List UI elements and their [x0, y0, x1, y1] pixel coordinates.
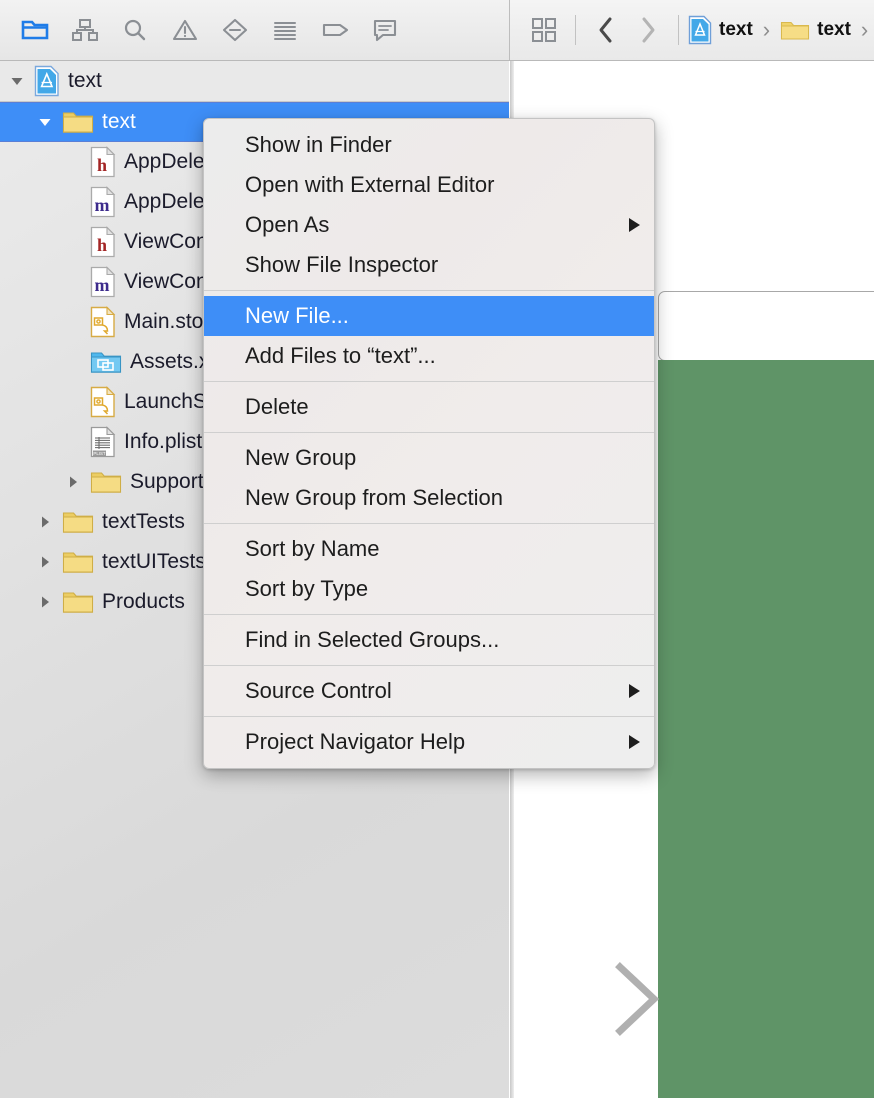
folder-icon [62, 109, 94, 135]
context-menu-separator [204, 381, 654, 382]
chevron-left-icon[interactable] [585, 8, 627, 52]
context-menu-item-label: Project Navigator Help [245, 729, 466, 754]
submenu-arrow-icon [629, 735, 640, 749]
storyboard-icon [90, 386, 116, 418]
project-navigator-icon[interactable] [10, 8, 60, 52]
assets-catalog-icon [90, 349, 122, 375]
context-menu-item-label: Sort by Name [245, 536, 380, 561]
svg-text:h: h [97, 155, 107, 175]
breadcrumb-item-project[interactable]: text [719, 19, 753, 41]
context-menu-item-label: New Group [245, 445, 357, 470]
disclosure-triangle-closed[interactable] [34, 554, 56, 570]
breadcrumb: text › text › [688, 15, 871, 45]
chevron-right-icon[interactable] [627, 8, 669, 52]
context-menu-item-source-control[interactable]: Source Control [204, 671, 654, 711]
navigator-row-label: text [102, 110, 136, 133]
folder-icon [62, 509, 94, 535]
context-menu-item-label: Find in Selected Groups... [245, 627, 500, 652]
navigator-row-text[interactable]: text [0, 61, 509, 102]
breadcrumb-separator-icon-2: › [860, 17, 869, 42]
green-view-panel[interactable] [658, 360, 874, 1098]
source-file-icon: m [90, 186, 116, 218]
xcode-window: text › text › text text h AppDelegate.h m App… [0, 0, 874, 1098]
context-menu-item-label: Delete [245, 394, 309, 419]
jump-bar-divider-2 [678, 15, 679, 45]
context-menu-separator [204, 523, 654, 524]
disclosure-triangle-open[interactable] [34, 114, 56, 130]
issue-navigator-icon[interactable] [160, 8, 210, 52]
context-menu-item-label: Show File Inspector [245, 252, 439, 277]
context-menu-item-project-navigator-help[interactable]: Project Navigator Help [204, 722, 654, 762]
context-menu-separator [204, 716, 654, 717]
svg-text:PLIST: PLIST [93, 451, 106, 456]
breadcrumb-item-group[interactable]: text [817, 19, 851, 41]
svg-text:h: h [97, 235, 107, 255]
folder-icon [90, 469, 122, 495]
debug-navigator-icon[interactable] [260, 8, 310, 52]
context-menu-item-add-files-to-text[interactable]: Add Files to “text”... [204, 336, 654, 376]
source-file-icon: m [90, 266, 116, 298]
context-menu-item-label: Source Control [245, 678, 392, 703]
disclosure-triangle-open[interactable] [6, 73, 28, 89]
context-menu-item-new-group[interactable]: New Group [204, 438, 654, 478]
xcode-project-icon [34, 65, 60, 97]
context-menu-item-label: Add Files to “text”... [245, 343, 436, 368]
jump-bar-divider-1 [575, 15, 576, 45]
context-menu-item-show-in-finder[interactable]: Show in Finder [204, 125, 654, 165]
folder-icon [780, 18, 810, 42]
plist-file-icon: PLIST [90, 426, 116, 458]
disclosure-triangle-closed[interactable] [34, 594, 56, 610]
find-navigator-icon[interactable] [110, 8, 160, 52]
navigator-selector-bar [0, 0, 509, 60]
source-control-navigator-icon[interactable] [60, 8, 110, 52]
context-menu-body: Show in Finder Open with External Editor O… [204, 125, 654, 762]
navigator-toolbar: text › text › [0, 0, 874, 61]
context-menu-item-label: New Group from Selection [245, 485, 503, 510]
disclosure-triangle-closed[interactable] [34, 514, 56, 530]
folder-icon [62, 549, 94, 575]
storyboard-icon [90, 306, 116, 338]
xcode-project-icon [688, 15, 712, 45]
jump-bar: text › text › [510, 0, 874, 60]
context-menu-separator [204, 432, 654, 433]
navigator-row-label: textUITests [102, 550, 206, 573]
right-arrow-annotation [512, 962, 660, 1036]
context-menu-item-find-in-selected-groups[interactable]: Find in Selected Groups... [204, 620, 654, 660]
context-menu-item-new-file[interactable]: New File... [204, 296, 654, 336]
disclosure-triangle-closed[interactable] [62, 474, 84, 490]
context-menu-item-open-with-external-editor[interactable]: Open with External Editor [204, 165, 654, 205]
navigator-row-label: textTests [102, 510, 185, 533]
context-menu-item-label: Sort by Type [245, 576, 369, 601]
breadcrumb-separator-icon: › [762, 17, 771, 42]
report-navigator-icon[interactable] [360, 8, 410, 52]
project-navigator-context-menu[interactable]: Show in Finder Open with External Editor O… [203, 118, 655, 769]
navigator-row-label: Products [102, 590, 185, 613]
context-menu-item-label: Open with External Editor [245, 172, 495, 197]
context-menu-item-sort-by-type[interactable]: Sort by Type [204, 569, 654, 609]
context-menu-separator [204, 665, 654, 666]
navigator-row-label: text [68, 69, 102, 92]
context-menu-separator [204, 290, 654, 291]
related-items-icon[interactable] [522, 8, 566, 52]
context-menu-item-label: Show in Finder [245, 132, 392, 157]
submenu-arrow-icon [629, 218, 640, 232]
header-file-icon: h [90, 226, 116, 258]
header-file-icon: h [90, 146, 116, 178]
context-menu-item-label: Open As [245, 212, 330, 237]
svg-text:m: m [95, 275, 110, 295]
context-menu-item-label: New File... [245, 303, 349, 328]
context-menu-item-new-group-from-selection[interactable]: New Group from Selection [204, 478, 654, 518]
interface-builder-canvas-card[interactable] [658, 291, 874, 361]
context-menu-item-sort-by-name[interactable]: Sort by Name [204, 529, 654, 569]
svg-text:m: m [95, 195, 110, 215]
context-menu-item-open-as[interactable]: Open As [204, 205, 654, 245]
breakpoint-navigator-icon[interactable] [310, 8, 360, 52]
folder-icon [62, 589, 94, 615]
submenu-arrow-icon [629, 684, 640, 698]
navigator-row-label: Info.plist [124, 430, 203, 453]
context-menu-separator [204, 614, 654, 615]
test-navigator-icon[interactable] [210, 8, 260, 52]
context-menu-item-delete[interactable]: Delete [204, 387, 654, 427]
context-menu-item-show-file-inspector[interactable]: Show File Inspector [204, 245, 654, 285]
